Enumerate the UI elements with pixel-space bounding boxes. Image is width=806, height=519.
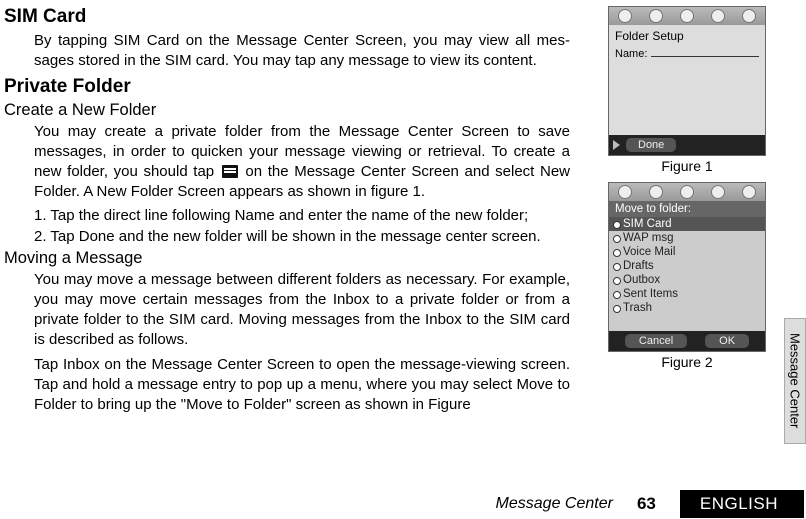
- heading-sim-card: SIM Card: [4, 6, 570, 28]
- folder-option-sim[interactable]: SIM Card: [609, 217, 765, 231]
- status-icon: [680, 9, 694, 23]
- language-badge: ENGLISH: [680, 490, 804, 518]
- footer-breadcrumb: Message Center: [496, 495, 613, 513]
- step-2: 2. Tap Done and the new folder will be s…: [4, 228, 570, 245]
- done-button[interactable]: Done: [626, 138, 676, 152]
- folder-setup-title: Folder Setup: [615, 29, 759, 43]
- subheading-moving: Moving a Message: [4, 249, 570, 268]
- status-icon: [742, 9, 756, 23]
- paragraph-moving-1: You may move a message between different…: [4, 270, 570, 351]
- cancel-button[interactable]: Cancel: [625, 334, 687, 348]
- status-icon: [618, 185, 632, 199]
- move-to-folder-title: Move to folder:: [609, 201, 765, 217]
- subheading-create: Create a New Folder: [4, 101, 570, 120]
- folder-option-outbox[interactable]: Outbox: [609, 273, 765, 287]
- ok-button[interactable]: OK: [705, 334, 749, 348]
- folder-option-trash[interactable]: Trash: [609, 301, 765, 315]
- name-input[interactable]: [651, 47, 759, 57]
- folder-option-voice[interactable]: Voice Mail: [609, 245, 765, 259]
- move-to-folder-screen: Move to folder: SIM Card WAP msg Voice M…: [609, 201, 765, 331]
- status-icon: [680, 185, 694, 199]
- paragraph-create: You may create a private folder from the…: [4, 122, 570, 203]
- heading-private-folder: Private Folder: [4, 76, 570, 98]
- status-icon: [649, 9, 663, 23]
- status-icon: [649, 185, 663, 199]
- folder-setup-screen: Folder Setup Name:: [609, 25, 765, 135]
- page-number: 63: [637, 494, 656, 514]
- folder-option-wap[interactable]: WAP msg: [609, 231, 765, 245]
- side-tab-label: Message Center: [788, 333, 803, 428]
- status-icon: [618, 9, 632, 23]
- figure-2-device: Move to folder: SIM Card WAP msg Voice M…: [608, 182, 766, 352]
- figure-1-caption: Figure 1: [576, 158, 798, 174]
- name-label: Name:: [615, 48, 647, 60]
- main-text-column: SIM Card By tapping SIM Card on the Mess…: [0, 6, 576, 480]
- figure-1-device: Folder Setup Name: Done: [608, 6, 766, 156]
- figure-column: Folder Setup Name: Done Figure 1: [576, 6, 804, 480]
- side-tab: Message Center: [784, 318, 806, 444]
- device-status-bar: [609, 183, 765, 201]
- folder-option-drafts[interactable]: Drafts: [609, 259, 765, 273]
- back-icon[interactable]: [613, 140, 620, 150]
- status-icon: [711, 185, 725, 199]
- status-icon: [742, 185, 756, 199]
- figure-2-softkeys: Cancel OK: [609, 331, 765, 351]
- status-icon: [711, 9, 725, 23]
- figure-1-softkeys: Done: [609, 135, 765, 155]
- step-1: 1. Tap the direct line following Name an…: [4, 207, 570, 224]
- paragraph-moving-2: Tap Inbox on the Message Center Screen t…: [4, 355, 570, 416]
- menu-icon: [222, 165, 238, 178]
- page-footer: Message Center 63 ENGLISH: [0, 489, 806, 519]
- folder-option-sent[interactable]: Sent Items: [609, 287, 765, 301]
- device-status-bar: [609, 7, 765, 25]
- paragraph-sim: By tapping SIM Card on the Message Cente…: [4, 31, 570, 72]
- figure-2-caption: Figure 2: [576, 354, 798, 370]
